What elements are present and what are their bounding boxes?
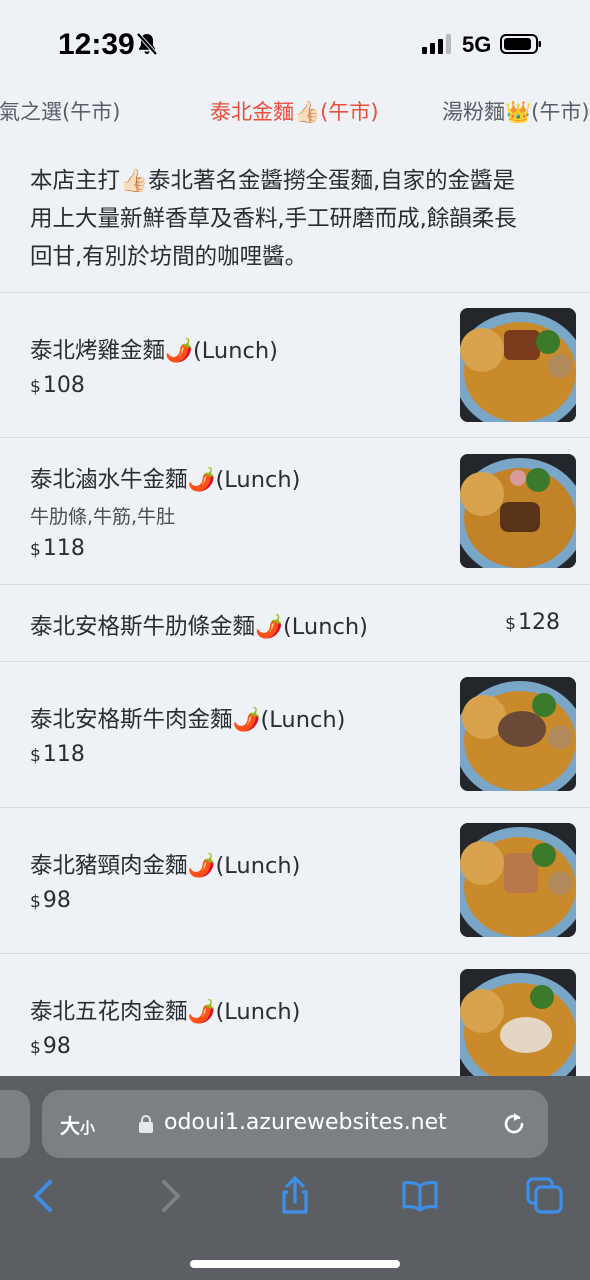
description-line: 本店主打👍🏻泰北著名金醬撈全蛋麵,自家的金醬是 — [30, 168, 516, 194]
browser-toolbar: 大小 odoui1.azurewebsites.net — [0, 1076, 590, 1280]
item-name: 泰北安格斯牛肋條金麵🌶️(Lunch) — [30, 614, 368, 640]
item-photo[interactable] — [460, 823, 576, 937]
tab-soup-noodle-lunch[interactable]: 湯粉麵👑(午市) — [442, 96, 590, 126]
back-icon[interactable] — [24, 1176, 64, 1216]
home-indicator[interactable] — [190, 1260, 400, 1268]
address-bar[interactable]: 大小 odoui1.azurewebsites.net — [42, 1090, 548, 1158]
reload-icon[interactable] — [500, 1110, 528, 1138]
item-price: $118 — [30, 536, 85, 561]
text-size-button[interactable]: 大小 — [60, 1110, 95, 1139]
item-price: $98 — [30, 1034, 71, 1059]
bell-slash-icon — [136, 32, 158, 56]
bookmarks-icon[interactable] — [400, 1176, 440, 1216]
share-icon[interactable] — [275, 1176, 315, 1216]
tab-golden-noodle-lunch[interactable]: 泰北金麵👍🏻(午市) — [210, 96, 379, 126]
item-name: 泰北豬頸肉金麵🌶️(Lunch) — [30, 853, 301, 879]
menu-item[interactable]: 泰北五花肉金麵🌶️(Lunch) $98 — [0, 954, 590, 1076]
signal-bars-icon — [422, 34, 451, 54]
item-photo[interactable] — [460, 308, 576, 422]
menu-item[interactable]: 泰北烤雞金麵🌶️(Lunch) $108 — [0, 293, 590, 437]
item-photo[interactable] — [460, 454, 576, 568]
url-text: odoui1.azurewebsites.net — [164, 1110, 447, 1135]
tabs-icon[interactable] — [525, 1176, 565, 1216]
item-price: $98 — [30, 888, 71, 913]
menu-item[interactable]: 泰北豬頸肉金麵🌶️(Lunch) $98 — [0, 808, 590, 953]
menu-item[interactable]: 泰北滷水牛金麵🌶️(Lunch) 牛肋條,牛筋,牛肚 $118 — [0, 438, 590, 584]
description-line: 回甘,有別於坊間的咖哩醬。 — [30, 244, 308, 270]
status-time: 12:39 — [58, 28, 135, 61]
item-price: $128 — [505, 610, 560, 635]
network-label: 5G — [462, 32, 492, 57]
item-photo[interactable] — [460, 969, 576, 1076]
item-name: 泰北烤雞金麵🌶️(Lunch) — [30, 338, 278, 364]
item-price: $118 — [30, 742, 85, 767]
description-line: 用上大量新鮮香草及香料,手工研磨而成,餘韻柔長 — [30, 206, 517, 232]
forward-icon[interactable] — [150, 1176, 190, 1216]
item-name: 泰北五花肉金麵🌶️(Lunch) — [30, 999, 301, 1025]
battery-icon — [500, 34, 541, 54]
item-photo[interactable] — [460, 677, 576, 791]
item-price: $108 — [30, 373, 85, 398]
status-bar: 12:39 5G — [0, 0, 590, 88]
lock-icon — [139, 1115, 153, 1133]
previous-tab-preview[interactable] — [0, 1090, 30, 1158]
item-name: 泰北滷水牛金麵🌶️(Lunch) — [30, 467, 301, 493]
menu-item[interactable]: 泰北安格斯牛肉金麵🌶️(Lunch) $118 — [0, 662, 590, 807]
item-description: 牛肋條,牛筋,牛肚 — [30, 506, 176, 528]
category-tabs: 人氣之選(午市) 泰北金麵👍🏻(午市) 湯粉麵👑(午市) — [0, 88, 590, 134]
category-description: 本店主打👍🏻泰北著名金醬撈全蛋麵,自家的金醬是 用上大量新鮮香草及香料,手工研磨… — [30, 162, 565, 276]
menu-item[interactable]: 泰北安格斯牛肋條金麵🌶️(Lunch) $128 — [0, 585, 590, 661]
tab-popular-lunch[interactable]: 人氣之選(午市) — [0, 96, 120, 126]
item-name: 泰北安格斯牛肉金麵🌶️(Lunch) — [30, 707, 346, 733]
